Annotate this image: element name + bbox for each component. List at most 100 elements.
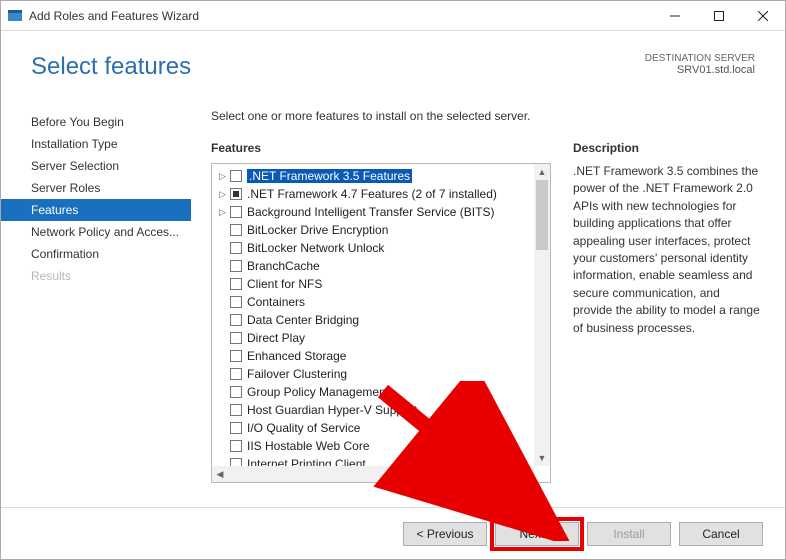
feature-row[interactable]: ▷ .NET Framework 3.5 Features <box>212 167 534 185</box>
feature-row[interactable]: Failover Clustering <box>212 365 534 383</box>
expand-icon <box>218 334 227 343</box>
horizontal-scrollbar[interactable]: ◀ ▶ <box>212 466 534 482</box>
feature-row[interactable]: I/O Quality of Service <box>212 419 534 437</box>
expand-icon <box>218 298 227 307</box>
scroll-down-icon[interactable]: ▼ <box>534 450 550 466</box>
expand-icon <box>218 316 227 325</box>
vertical-scrollbar[interactable]: ▲ ▼ <box>534 164 550 466</box>
minimize-button[interactable] <box>653 2 697 30</box>
nav-item[interactable]: Features <box>1 199 191 221</box>
nav-item[interactable]: Network Policy and Acces... <box>1 221 191 243</box>
page-header: Select features DESTINATION SERVER SRV01… <box>1 31 785 91</box>
cancel-button[interactable]: Cancel <box>679 522 763 546</box>
expand-icon <box>218 280 227 289</box>
feature-label: Host Guardian Hyper-V Support <box>247 403 417 417</box>
feature-checkbox[interactable] <box>230 422 242 434</box>
app-icon <box>7 8 23 24</box>
page-title: Select features <box>31 53 645 81</box>
expand-icon <box>218 442 227 451</box>
feature-checkbox[interactable] <box>230 170 242 182</box>
feature-checkbox[interactable] <box>230 386 242 398</box>
wizard-nav: Before You BeginInstallation TypeServer … <box>1 101 191 483</box>
features-listbox[interactable]: ▷ .NET Framework 3.5 Features ▷ .NET Framew… <box>211 163 551 483</box>
feature-label: Failover Clustering <box>247 367 347 381</box>
feature-label: BitLocker Network Unlock <box>247 241 384 255</box>
feature-label: Client for NFS <box>247 277 322 291</box>
nav-item: Results <box>1 265 191 287</box>
feature-row[interactable]: Direct Play <box>212 329 534 347</box>
expand-icon <box>218 262 227 271</box>
wizard-footer: < Previous Next > Install Cancel <box>1 507 785 559</box>
next-button[interactable]: Next > <box>495 522 579 546</box>
feature-label: Background Intelligent Transfer Service … <box>247 205 494 219</box>
scroll-thumb[interactable] <box>536 180 548 250</box>
window-titlebar: Add Roles and Features Wizard <box>1 1 785 31</box>
wizard-body: Before You BeginInstallation TypeServer … <box>1 91 785 483</box>
description-heading: Description <box>573 141 761 155</box>
feature-checkbox[interactable] <box>230 314 242 326</box>
nav-item[interactable]: Installation Type <box>1 133 191 155</box>
feature-row[interactable]: Group Policy Management <box>212 383 534 401</box>
expand-icon <box>218 226 227 235</box>
expand-icon[interactable]: ▷ <box>218 172 227 181</box>
scroll-left-icon[interactable]: ◀ <box>212 466 228 482</box>
expand-icon <box>218 424 227 433</box>
features-heading: Features <box>211 141 551 155</box>
feature-label: BitLocker Drive Encryption <box>247 223 388 237</box>
feature-label: .NET Framework 4.7 Features (2 of 7 inst… <box>247 187 497 201</box>
feature-checkbox[interactable] <box>230 224 242 236</box>
feature-row[interactable]: Containers <box>212 293 534 311</box>
feature-row[interactable]: BranchCache <box>212 257 534 275</box>
scroll-right-icon[interactable]: ▶ <box>518 466 534 482</box>
feature-label: Enhanced Storage <box>247 349 346 363</box>
expand-icon <box>218 244 227 253</box>
feature-checkbox[interactable] <box>230 332 242 344</box>
feature-row[interactable]: IIS Hostable Web Core <box>212 437 534 455</box>
close-button[interactable] <box>741 2 785 30</box>
feature-row[interactable]: ▷ .NET Framework 4.7 Features (2 of 7 ins… <box>212 185 534 203</box>
feature-checkbox[interactable] <box>230 296 242 308</box>
destination-server-value: SRV01.std.local <box>645 64 755 76</box>
feature-row[interactable]: Internet Printing Client <box>212 455 534 466</box>
expand-icon[interactable]: ▷ <box>218 190 227 199</box>
feature-checkbox[interactable] <box>230 368 242 380</box>
feature-row[interactable]: Data Center Bridging <box>212 311 534 329</box>
feature-row[interactable]: BitLocker Drive Encryption <box>212 221 534 239</box>
expand-icon[interactable]: ▷ <box>218 208 227 217</box>
expand-icon <box>218 406 227 415</box>
feature-checkbox[interactable] <box>230 188 242 200</box>
feature-label: BranchCache <box>247 259 320 273</box>
feature-label: Containers <box>247 295 305 309</box>
feature-row[interactable]: Enhanced Storage <box>212 347 534 365</box>
feature-checkbox[interactable] <box>230 350 242 362</box>
feature-checkbox[interactable] <box>230 206 242 218</box>
window-title: Add Roles and Features Wizard <box>29 9 653 23</box>
previous-button[interactable]: < Previous <box>403 522 487 546</box>
feature-label: Direct Play <box>247 331 305 345</box>
scroll-up-icon[interactable]: ▲ <box>534 164 550 180</box>
feature-checkbox[interactable] <box>230 458 242 466</box>
nav-item[interactable]: Before You Begin <box>1 111 191 133</box>
feature-checkbox[interactable] <box>230 278 242 290</box>
nav-item[interactable]: Server Roles <box>1 177 191 199</box>
feature-label: I/O Quality of Service <box>247 421 360 435</box>
feature-row[interactable]: Host Guardian Hyper-V Support <box>212 401 534 419</box>
feature-checkbox[interactable] <box>230 260 242 272</box>
nav-item[interactable]: Server Selection <box>1 155 191 177</box>
feature-checkbox[interactable] <box>230 242 242 254</box>
feature-checkbox[interactable] <box>230 440 242 452</box>
intro-text: Select one or more features to install o… <box>211 109 761 123</box>
destination-server-block: DESTINATION SERVER SRV01.std.local <box>645 53 755 76</box>
maximize-button[interactable] <box>697 2 741 30</box>
feature-checkbox[interactable] <box>230 404 242 416</box>
nav-item[interactable]: Confirmation <box>1 243 191 265</box>
feature-label: Internet Printing Client <box>247 457 366 466</box>
feature-row[interactable]: ▷ Background Intelligent Transfer Service… <box>212 203 534 221</box>
description-text: .NET Framework 3.5 combines the power of… <box>573 163 761 337</box>
install-button[interactable]: Install <box>587 522 671 546</box>
feature-row[interactable]: Client for NFS <box>212 275 534 293</box>
feature-label: .NET Framework 3.5 Features <box>247 169 412 183</box>
feature-row[interactable]: BitLocker Network Unlock <box>212 239 534 257</box>
destination-server-label: DESTINATION SERVER <box>645 53 755 64</box>
expand-icon <box>218 352 227 361</box>
